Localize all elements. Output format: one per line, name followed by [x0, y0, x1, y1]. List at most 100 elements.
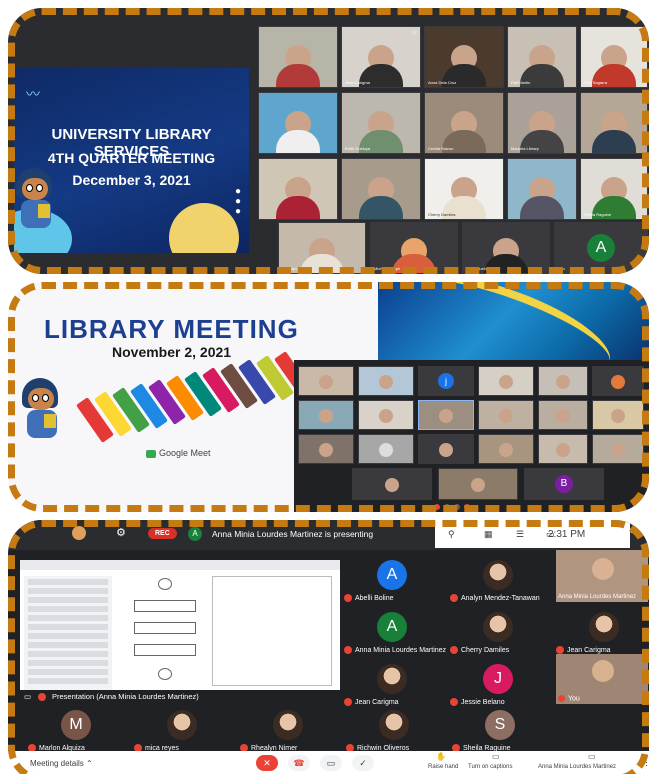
participant-tile[interactable]: Rhealyn Nimer [240, 710, 340, 752]
shared-screen[interactable] [20, 560, 340, 702]
participant-tile[interactable]: Jean Carigma [556, 612, 649, 654]
participant-tile[interactable]: J Jessie Belano [450, 664, 550, 706]
settings-icon[interactable]: ⚙ [116, 526, 126, 539]
participant-tile[interactable] [478, 366, 534, 396]
participant-tile[interactable] [538, 366, 588, 396]
avatar [379, 710, 409, 740]
participant-tile[interactable]: S Sheila Raguine [452, 710, 552, 752]
participant-tile[interactable]: Cherry Damiles [424, 158, 504, 220]
participant-tile[interactable]: Edith Gueluya [341, 92, 421, 154]
avatar: A [587, 234, 615, 262]
people-icon[interactable]: ⚲ [448, 529, 455, 540]
check-icon: ✓ [359, 758, 367, 768]
participant-tile[interactable] [592, 434, 644, 464]
raise-hand-icon: ✋ [436, 752, 446, 761]
participant-tile[interactable]: mica reyes [134, 710, 234, 752]
participant-tile[interactable]: B [524, 468, 604, 500]
panel-meet-presentation: ⚙ REC A Anna Minia Lourdes Martinez is p… [8, 520, 649, 774]
avatar [483, 612, 513, 642]
participant-tile[interactable]: Marjoria Library [507, 92, 577, 154]
participant-tile[interactable] [418, 400, 474, 430]
participant-tile[interactable]: M Marlon Alquiza [28, 710, 128, 752]
google-meet-icon [146, 449, 156, 458]
avatar [72, 526, 86, 540]
presenter-label: Anna Minia Lourdes Martinez [538, 764, 617, 770]
participant-tile[interactable]: Michael Vergel [370, 222, 458, 274]
participant-tile[interactable]: Jean Carigma [344, 664, 444, 706]
participant-tile[interactable] [478, 400, 534, 430]
avatar [167, 710, 197, 740]
participant-tile[interactable]: Tina Sagarra [580, 26, 648, 88]
mic-off-icon [344, 698, 352, 706]
participant-tile[interactable] [438, 468, 518, 500]
captions-button[interactable]: Turn on captions [468, 764, 512, 770]
self-video[interactable]: You [556, 654, 648, 704]
participant-tile[interactable] [298, 400, 354, 430]
decor-banner [378, 282, 649, 396]
avatar: j [438, 373, 454, 389]
mic-off-icon: ✕ [263, 758, 271, 768]
avatar [483, 560, 513, 590]
camera-toggle-button[interactable]: ▭ [320, 755, 342, 771]
avatar: J [483, 664, 513, 694]
participant-tile[interactable] [358, 434, 414, 464]
participant-tile[interactable]: Cherry Damiles [450, 612, 550, 654]
participant-tile[interactable] [538, 434, 588, 464]
participant-tile[interactable] [358, 400, 414, 430]
participant-tile[interactable]: Jean Carigma [341, 26, 421, 88]
participant-tile[interactable]: Edith Gueluya [462, 222, 550, 274]
raise-hand-button[interactable]: Raise hand [428, 764, 458, 770]
participant-tile[interactable] [418, 434, 474, 464]
participant-tile[interactable] [592, 366, 644, 396]
participant-tile[interactable]: A Abelli Boline [344, 560, 444, 602]
meeting-date: November 2, 2021 [112, 344, 232, 360]
mic-off-icon [558, 694, 565, 702]
people-count-icon[interactable]: ☰ [516, 529, 524, 540]
captions-icon: ▭ [492, 752, 500, 761]
avatar [589, 612, 619, 642]
participant-tile[interactable] [358, 366, 414, 396]
leave-call-button[interactable]: ☎ [288, 755, 310, 771]
participant-tile[interactable] [352, 468, 432, 500]
more-options-icon[interactable]: ⋮ [642, 757, 649, 768]
bottom-control-bar: Meeting details ⌃ ✕ ☎ ▭ ✓ ✋ Raise hand ▭… [8, 751, 649, 774]
participant-tile[interactable] [341, 158, 421, 220]
participant-tile[interactable] [538, 400, 588, 430]
participant-tile[interactable]: Anna Dela Cruz [424, 26, 504, 88]
participant-tile[interactable]: A Yoo [554, 222, 648, 274]
presentation-slide: 〰 UNIVERSITY LIBRARY SERVICES 4TH QUARTE… [14, 68, 249, 253]
mic-off-icon [344, 594, 352, 602]
meeting-details-button[interactable]: Meeting details ⌃ [30, 759, 93, 768]
google-meet-logo: Google Meet [146, 448, 211, 458]
participant-tile[interactable]: j [418, 366, 474, 396]
present-button[interactable]: ✓ [352, 755, 374, 771]
participant-tile[interactable] [298, 434, 354, 464]
grid-icon[interactable]: ▦ [484, 529, 493, 540]
participant-tile[interactable] [592, 400, 644, 430]
document-sidebar [24, 576, 112, 696]
avatar: A [377, 612, 407, 642]
participant-tile[interactable] [258, 26, 338, 88]
participant-tile[interactable]: Analyn Mendez-Tanawan [450, 560, 550, 602]
participant-tile[interactable]: Ralf Martin [507, 26, 577, 88]
books-illustration [76, 351, 318, 447]
participant-tile[interactable]: A Anna Minia Lourdes Martinez [344, 612, 446, 654]
participant-tile[interactable]: Cecilia Buizon [424, 92, 504, 154]
participant-tile[interactable]: Shiela Raguine [580, 158, 648, 220]
participant-tile[interactable] [298, 366, 354, 396]
participant-tile[interactable]: Richwin Oliveros [346, 710, 446, 752]
slide-dots: ● ● ● [234, 186, 241, 217]
meeting-title: LIBRARY MEETING [44, 314, 299, 344]
participant-video[interactable]: Anna Minia Lourdes Martinez [556, 550, 648, 602]
avatar [377, 664, 407, 694]
participant-tile[interactable] [507, 158, 577, 220]
hang-up-icon: ☎ [293, 758, 305, 768]
participant-tile[interactable] [258, 92, 338, 154]
participant-tile[interactable] [258, 158, 338, 220]
participant-tile[interactable] [478, 434, 534, 464]
mic-toggle-button[interactable]: ✕ [256, 755, 278, 771]
participant-tile[interactable] [580, 92, 648, 154]
panel-university-meeting: 〰 UNIVERSITY LIBRARY SERVICES 4TH QUARTE… [8, 8, 649, 274]
meet-top-bar: ⚙ REC A Anna Minia Lourdes Martinez is p… [8, 520, 649, 550]
participant-tile[interactable]: Rhealyn Nimer [278, 222, 366, 274]
